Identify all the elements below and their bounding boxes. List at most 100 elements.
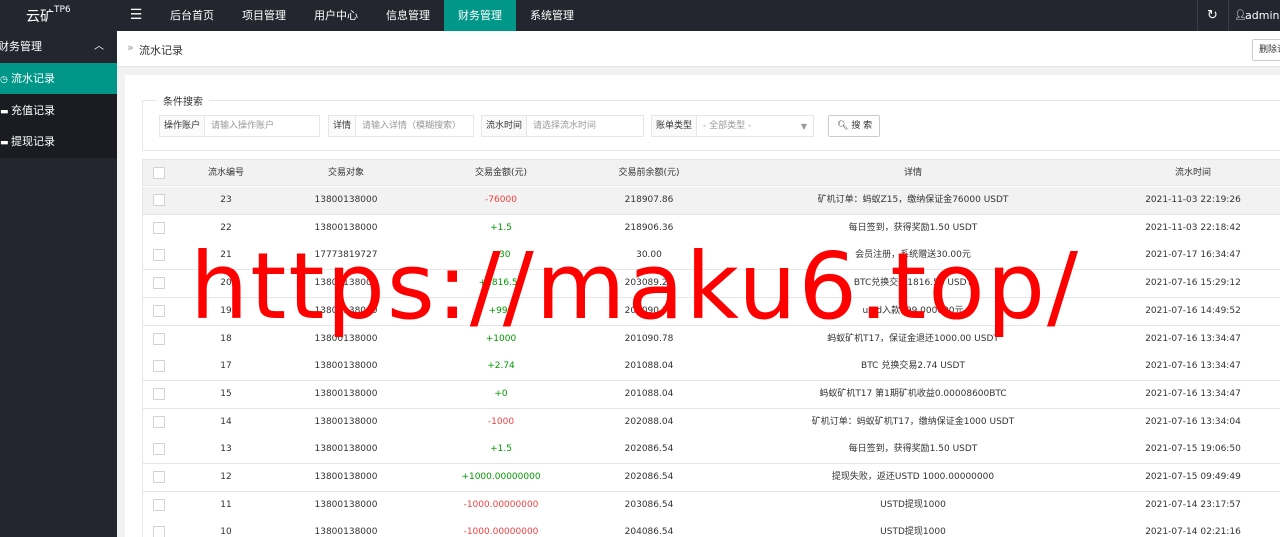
cell-detail: 蚂蚁矿机T17 第1期矿机收益0.00008600BTC (819, 388, 1007, 399)
sidebar-item-recharge[interactable]: ▬ 充值记录 (0, 95, 117, 126)
select-all-checkbox[interactable] (153, 167, 165, 179)
nav-projects[interactable]: 项目管理 (228, 0, 300, 31)
cell-id: 11 (220, 499, 232, 510)
row-checkbox[interactable] (153, 304, 165, 317)
user-menu[interactable]: 👤︎ admin (1228, 0, 1280, 31)
cell-detail: 矿机订单：蚂蚁矿机T17，缴纳保证金1000 USDT (811, 416, 1015, 427)
cell-time: 2021-11-03 22:19:26 (1145, 195, 1241, 205)
search-button[interactable]: 🔍︎ 搜 索 (828, 115, 880, 137)
sidebar-item-label: 充值记录 (11, 104, 55, 117)
row-checkbox[interactable] (153, 277, 165, 290)
cell-time: 2021-07-14 23:17:57 (1145, 499, 1241, 510)
row-checkbox[interactable] (153, 471, 165, 483)
cell-time: 2021-07-16 13:34:47 (1145, 333, 1241, 344)
row-checkbox[interactable] (153, 443, 165, 456)
nav-users[interactable]: 用户中心 (300, 0, 372, 31)
cell-id: 14 (220, 416, 232, 427)
user-name: admin (1245, 9, 1280, 22)
card-icon: ▬ (0, 107, 9, 117)
cell-object: 13800138000 (314, 472, 378, 482)
cell-object: 13800138000 (314, 499, 378, 510)
table-row[interactable]: 23 13800138000 -76000 218907.86 矿机订单：蚂蚁Z15，缴… (142, 187, 1280, 215)
cell-id: 13 (220, 444, 232, 455)
row-checkbox[interactable] (153, 415, 165, 428)
refresh-icon[interactable]: ↻ (1197, 0, 1227, 31)
nav-finance[interactable]: 财务管理 (444, 0, 516, 31)
cell-balance: 218907.86 (624, 195, 674, 205)
row-checkbox[interactable] (153, 249, 165, 262)
table-row[interactable]: 10 13800138000 -1000.00000000 204086.54 USTD… (142, 519, 1280, 537)
sidebar-group-finance[interactable]: 财务管理 ︿ (0, 31, 117, 63)
cell-id: 10 (220, 527, 232, 537)
cell-amount: -1000.00000000 (463, 527, 539, 537)
sidebar-item-withdraw[interactable]: ▬ 提现记录 (0, 126, 117, 157)
row-checkbox[interactable] (153, 221, 165, 234)
header-id: 流水编号 (207, 168, 244, 178)
cell-object: 13800138000 (314, 195, 378, 205)
cell-time: 2021-07-14 02:21:16 (1145, 527, 1241, 537)
table-header: 流水编号 交易对象 交易金额(元) 交易前余额(元) 详情 流水时间 (142, 159, 1280, 186)
table-row[interactable]: 13 13800138000 +1.5 202086.54 每日签到，获得奖励1.50 … (142, 436, 1280, 465)
cell-detail: BTC 兑换交易2.74 USDT (861, 361, 965, 372)
header-object: 交易对象 (327, 168, 364, 178)
sidebar: 财务管理 ︿ ◷ 流水记录 ▬ 充值记录 ▬ 提现记录 (0, 31, 117, 537)
header-time: 流水时间 (1174, 168, 1211, 178)
nav-system[interactable]: 系统管理 (516, 0, 588, 31)
type-label: 账单类型 (652, 116, 698, 136)
menu-icon[interactable]: ☰ (117, 0, 155, 31)
table-row[interactable]: 17 13800138000 +2.74 201088.04 BTC 兑换交易2.74 … (142, 353, 1280, 382)
row-checkbox[interactable] (153, 526, 165, 537)
time-label: 流水时间 (482, 116, 528, 136)
time-input[interactable]: 请选择流水时间 (527, 116, 643, 136)
header-amount: 交易金额(元) (474, 168, 528, 178)
cell-balance: 202086.54 (624, 444, 674, 455)
cell-object: 13800138000 (314, 527, 378, 537)
cell-object: 13800138000 (314, 388, 378, 399)
row-checkbox[interactable] (153, 332, 165, 345)
cell-balance: 203086.54 (624, 499, 674, 510)
logo-text: 云矿 (26, 9, 54, 25)
detail-field: 详情 请输入详情（模糊搜索） (328, 115, 474, 137)
type-select[interactable]: - 全部类型 - (697, 116, 813, 136)
cell-detail: USTD提现1000 (880, 499, 946, 510)
table-row[interactable]: 14 13800138000 -1000 202088.04 矿机订单：蚂蚁矿机T17，… (142, 408, 1280, 437)
nav-home[interactable]: 后台首页 (156, 0, 228, 31)
row-checkbox[interactable] (153, 194, 165, 206)
header-detail: 详情 (903, 168, 922, 178)
table-row[interactable]: 15 13800138000 +0 201088.04 蚂蚁矿机T17 第1期矿机收益0… (142, 380, 1280, 409)
cell-time: 2021-07-16 15:29:12 (1145, 278, 1241, 289)
cell-balance: 201088.04 (624, 388, 674, 399)
row-checkbox[interactable] (153, 360, 165, 373)
cell-id: 12 (220, 472, 232, 482)
cell-id: 23 (220, 195, 232, 205)
cell-time: 2021-07-16 13:34:47 (1145, 388, 1241, 399)
cell-object: 13800138000 (314, 361, 378, 372)
cell-amount: +0 (494, 388, 508, 399)
account-input[interactable]: 请输入操作账户 (205, 116, 319, 136)
cell-detail: USTD提现1000 (880, 527, 946, 537)
detail-label: 详情 (329, 116, 357, 136)
row-checkbox[interactable] (153, 387, 165, 400)
chevron-down-icon: ▼ (800, 122, 807, 131)
row-checkbox[interactable] (153, 498, 165, 511)
watermark-url: https://maku6.top/ (190, 233, 1081, 340)
table-row[interactable]: 12 13800138000 +1000.00000000 202086.54 提现失败… (142, 464, 1280, 492)
nav-info[interactable]: 信息管理 (372, 0, 444, 31)
cell-amount: -76000 (485, 195, 517, 205)
delete-records-button[interactable]: 删除记录 (1252, 39, 1280, 61)
search-legend: 条件搜索 (163, 97, 203, 108)
detail-input[interactable]: 请输入详情（模糊搜索） (356, 116, 473, 136)
cell-amount: +2.74 (487, 361, 515, 372)
cell-detail: 每日签到，获得奖励1.50 USDT (848, 444, 978, 455)
cell-object: 13800138000 (314, 416, 378, 427)
cell-amount: +1.5 (490, 444, 512, 455)
table-row[interactable]: 11 13800138000 -1000.00000000 203086.54 USTD… (142, 491, 1280, 520)
top-nav: 后台首页 项目管理 用户中心 信息管理 财务管理 系统管理 (156, 0, 588, 31)
cell-object: 13800138000 (314, 444, 378, 455)
sidebar-item-label: 提现记录 (11, 135, 55, 148)
cell-amount: -1000.00000000 (463, 499, 539, 510)
sidebar-item-flow[interactable]: ◷ 流水记录 (0, 63, 117, 94)
app-logo[interactable]: 云矿 TP6 (0, 0, 117, 31)
cell-amount: -1000 (487, 416, 515, 427)
chevron-up-icon: ︿ (94, 41, 104, 52)
